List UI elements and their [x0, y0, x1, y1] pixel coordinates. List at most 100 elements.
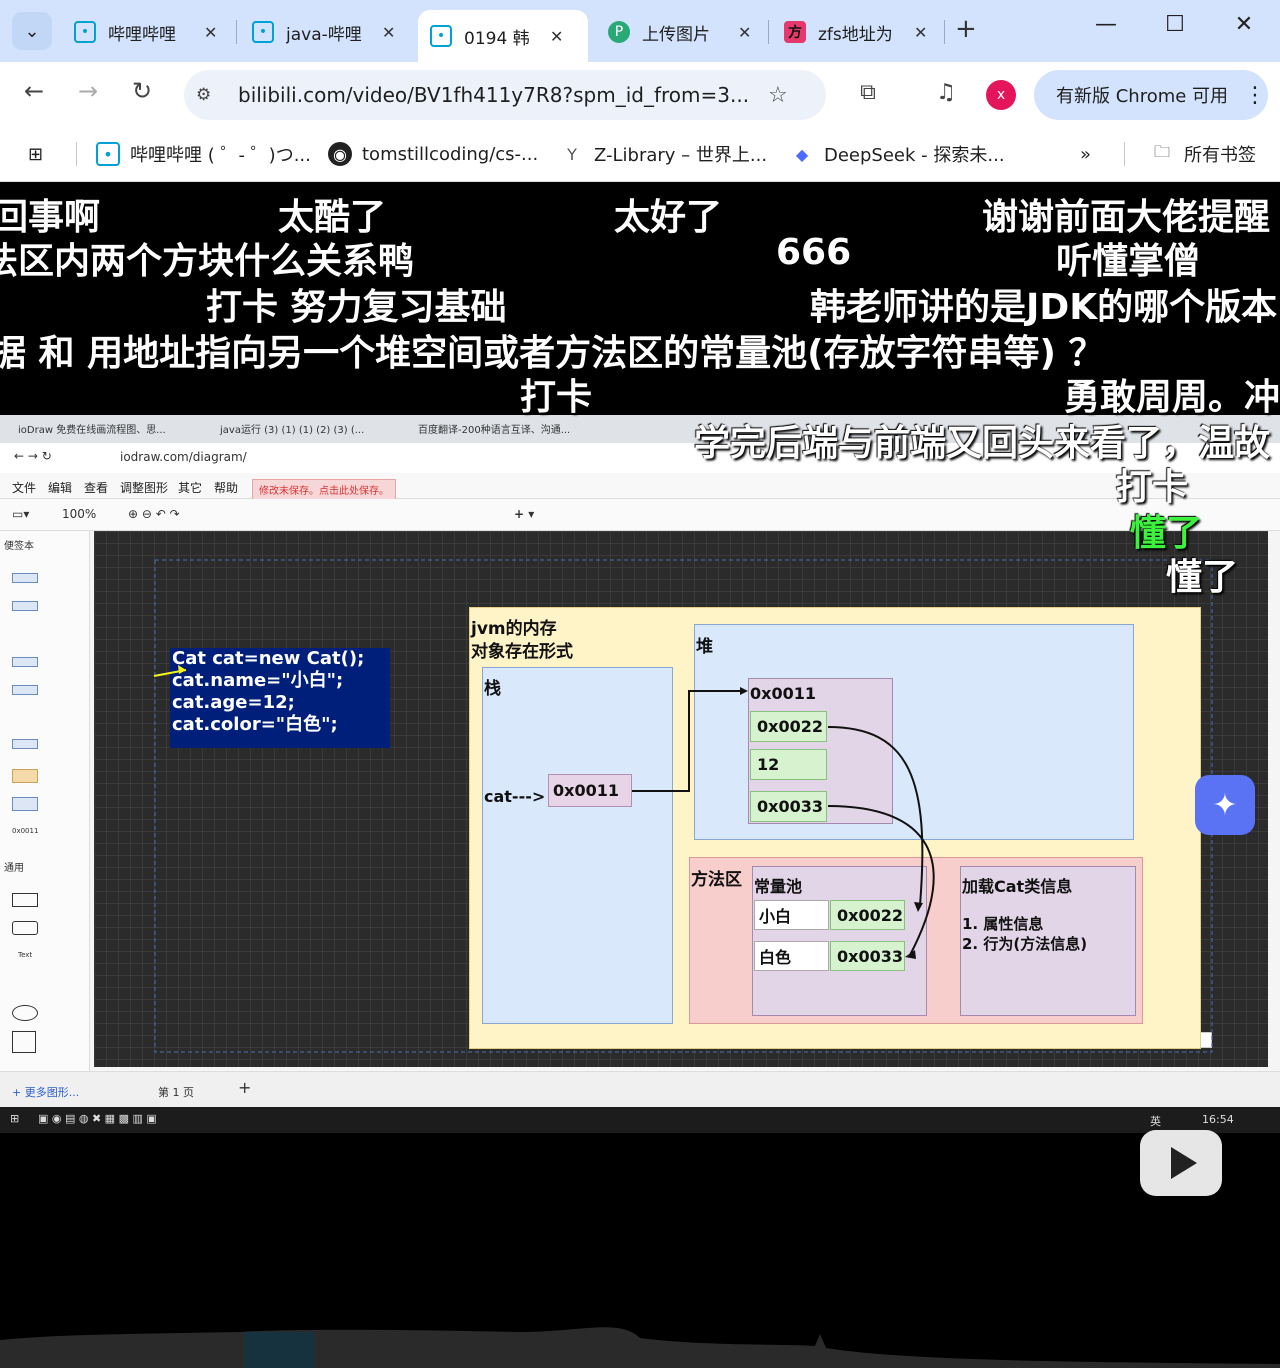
github-icon: ◉	[328, 142, 352, 166]
bookmark-bilibili[interactable]: • 哔哩哔哩 ( ゜- ゜)つ...	[96, 140, 311, 168]
chrome-update-button[interactable]: 有新版 Chrome 可用 ⋮	[1034, 70, 1268, 120]
tab-zfs[interactable]: 方 zfs地址为 ✕	[772, 10, 939, 54]
close-tab-icon[interactable]: ✕	[914, 23, 927, 42]
pool-value: 白色	[754, 941, 829, 971]
heap-field-name: 0x0022	[750, 711, 827, 742]
bilibili-icon: •	[74, 21, 96, 43]
jvm-title: jvm的内存	[471, 619, 557, 639]
danmaku-comment: 懂了	[1166, 557, 1239, 598]
code-line: cat.color="白色";	[172, 714, 338, 735]
danmaku-comment: 打卡	[1116, 467, 1189, 508]
heap-field-color: 0x0033	[750, 791, 827, 822]
tab-bilibili-1[interactable]: • 哔哩哔哩 ✕	[62, 10, 229, 54]
tab-title: zfs地址为	[818, 24, 893, 45]
code-line: cat.name="小白";	[172, 670, 344, 691]
heap-field-age: 12	[750, 749, 827, 780]
play-button[interactable]	[1140, 1130, 1222, 1196]
audio-waveform	[0, 1327, 1280, 1368]
tab-separator	[236, 20, 237, 44]
tab-title: 上传图片	[642, 24, 710, 45]
danmaku-comment: 打卡 努力复习基础	[206, 287, 507, 328]
forward-icon[interactable]: →	[70, 77, 106, 105]
more-bookmarks-button[interactable]: »	[1080, 140, 1091, 168]
stack-box	[482, 667, 673, 1024]
tab-title: java-哔哩	[286, 24, 362, 45]
stack-ref-label: cat--->	[484, 787, 546, 806]
extensions-icon[interactable]: ⧉	[852, 80, 884, 105]
bookmark-label: DeepSeek - 探索未...	[824, 145, 1005, 166]
back-icon[interactable]: ←	[16, 77, 52, 105]
bookmark-deepseek[interactable]: ◆ DeepSeek - 探索未...	[790, 140, 1005, 168]
pool-addr: 0x0022	[830, 900, 905, 930]
reload-icon[interactable]: ↻	[124, 77, 160, 105]
danmaku-comment: 法区内两个方块什么关系鸭	[0, 241, 415, 282]
class-info-item: 2. 行为(方法信息)	[962, 935, 1088, 953]
zlibrary-icon: Y	[567, 144, 577, 164]
video-player[interactable]: ioDraw 免费在线画流程图、思... java运行 (3) (1) (1) …	[0, 182, 1280, 1368]
tab-strip: ⌄ • 哔哩哔哩 ✕ • java-哔哩 ✕ • 0194 韩 ✕ P 上传图片…	[0, 0, 1280, 62]
danmaku-comment: 打卡	[520, 377, 593, 418]
bookmark-label: tomstillcoding/cs-...	[362, 143, 539, 165]
kebab-menu-icon[interactable]: ⋮	[1244, 83, 1266, 108]
apps-grid-icon[interactable]: ⊞	[28, 140, 43, 168]
bookmark-label: Z-Library – 世界上...	[594, 145, 768, 166]
update-label: 有新版 Chrome 可用	[1056, 86, 1229, 107]
stack-label: 栈	[484, 679, 501, 699]
bilibili-icon: •	[252, 21, 274, 43]
method-area-label: 方法区	[691, 870, 742, 890]
close-tab-icon[interactable]: ✕	[738, 23, 751, 42]
address-bar[interactable]: ⚙ bilibili.com/video/BV1fh411y7R8?spm_id…	[184, 70, 826, 120]
close-tab-icon[interactable]: ✕	[550, 27, 563, 46]
all-bookmarks-button[interactable]: 🗀 所有书签	[1150, 140, 1256, 168]
sparkle-icon: ✦	[1212, 787, 1238, 823]
constant-pool-label: 常量池	[754, 877, 803, 896]
danmaku-comment: 勇敢周周。冲	[1064, 377, 1280, 418]
pool-value: 小白	[754, 900, 829, 930]
site-info-icon[interactable]: ⚙	[196, 85, 224, 105]
stack-ref-cell: 0x0011	[548, 774, 632, 807]
bilibili-icon: •	[430, 25, 452, 47]
deepseek-icon: ◆	[795, 144, 809, 164]
danmaku-comment: 666	[776, 232, 852, 273]
all-bookmarks-label: 所有书签	[1184, 145, 1256, 166]
bookmark-separator	[76, 142, 77, 166]
bookmark-star-icon[interactable]: ☆	[768, 83, 788, 108]
danmaku-comment: 太好了	[614, 197, 723, 238]
bookmark-zlibrary[interactable]: Y Z-Library – 世界上...	[560, 140, 767, 168]
folder-icon: 🗀	[1153, 141, 1170, 161]
tab-active-video[interactable]: • 0194 韩 ✕	[418, 10, 588, 62]
tab-java-bilibili[interactable]: • java-哔哩 ✕	[240, 10, 407, 54]
bookmarks-bar: ⊞ • 哔哩哔哩 ( ゜- ゜)つ... ◉ tomstillcoding/cs…	[0, 128, 1280, 182]
profile-avatar[interactable]: x	[986, 80, 1016, 110]
bookmark-separator	[1124, 142, 1125, 166]
class-info-label: 加载Cat类信息	[962, 877, 1073, 896]
close-window-icon[interactable]: ✕	[1224, 12, 1264, 37]
danmaku-comment: 听懂掌僧	[1056, 241, 1201, 282]
maximize-icon[interactable]: ☐	[1155, 12, 1195, 37]
jvm-subtitle: 对象存在形式	[471, 642, 573, 662]
pool-addr: 0x0033	[830, 941, 905, 971]
tab-title: 哔哩哔哩	[108, 24, 176, 45]
play-icon	[1171, 1147, 1197, 1179]
media-control-icon[interactable]: ♫	[930, 80, 962, 105]
bilibili-ai-assistant-button[interactable]: ✦	[1195, 775, 1255, 835]
code-line: Cat cat=new Cat();	[172, 648, 365, 669]
heap-label: 堆	[696, 637, 713, 657]
danmaku-comment: 韩老师讲的是JDK的哪个版本	[810, 287, 1278, 328]
close-tab-icon[interactable]: ✕	[204, 23, 217, 42]
fang-icon: 方	[784, 21, 806, 43]
browser-toolbar: ← → ↻ ⚙ bilibili.com/video/BV1fh411y7R8?…	[0, 62, 1280, 128]
tab-separator	[944, 20, 945, 44]
tab-search-button[interactable]: ⌄	[12, 12, 52, 50]
close-tab-icon[interactable]: ✕	[382, 23, 395, 42]
url-text[interactable]: bilibili.com/video/BV1fh411y7R8?spm_id_f…	[238, 83, 758, 107]
minimize-icon[interactable]: —	[1086, 12, 1126, 37]
code-line: cat.age=12;	[172, 692, 295, 713]
bookmark-github[interactable]: ◉ tomstillcoding/cs-...	[328, 140, 538, 168]
tab-title: 0194 韩	[464, 28, 530, 49]
bookmark-label: 哔哩哔哩 ( ゜- ゜)つ...	[130, 145, 311, 166]
new-tab-button[interactable]: +	[955, 14, 977, 44]
tab-upload-image[interactable]: P 上传图片 ✕	[596, 10, 763, 54]
bilibili-icon: •	[96, 142, 120, 166]
upload-icon: P	[608, 21, 630, 43]
